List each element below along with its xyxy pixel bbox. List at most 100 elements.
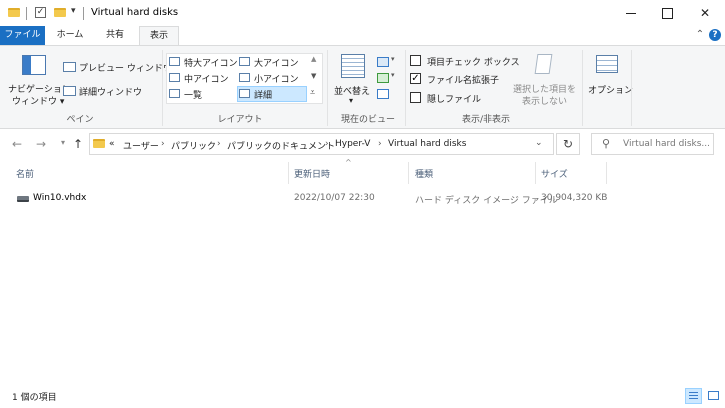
- options-button[interactable]: オプション: [588, 83, 633, 96]
- breadcrumb-separator[interactable]: ›: [378, 139, 382, 149]
- details-view-button[interactable]: [685, 388, 702, 404]
- back-button[interactable]: ←: [8, 137, 26, 151]
- file-extensions-label[interactable]: ファイル名拡張子: [427, 73, 499, 86]
- item-checkboxes-label[interactable]: 項目チェック ボックス: [427, 55, 520, 68]
- column-divider[interactable]: [408, 162, 409, 184]
- minimize-button[interactable]: [614, 0, 648, 26]
- layout-list[interactable]: 一覧: [184, 88, 202, 101]
- separator: [26, 7, 27, 20]
- group-separator: [405, 50, 406, 126]
- layout-large-icons[interactable]: 大アイコン: [254, 56, 299, 69]
- column-header-size[interactable]: サイズ: [541, 167, 568, 180]
- breadcrumb-public[interactable]: パブリック: [171, 139, 216, 152]
- search-icon: ⚲: [602, 137, 611, 150]
- gallery-more-icon[interactable]: ⩡: [310, 88, 315, 98]
- breadcrumb-overflow[interactable]: «: [109, 139, 115, 149]
- breadcrumb-separator[interactable]: ›: [325, 139, 329, 149]
- group-separator: [327, 50, 328, 126]
- large-icons-view-button[interactable]: [705, 388, 722, 404]
- hidden-items-checkbox[interactable]: [410, 92, 421, 103]
- layout-small-icons[interactable]: 小アイコン: [254, 72, 299, 85]
- help-icon[interactable]: ?: [709, 29, 721, 41]
- file-extensions-checkbox[interactable]: ✓: [410, 73, 421, 84]
- tab-view[interactable]: 表示: [139, 26, 179, 47]
- search-placeholder[interactable]: Virtual hard disks...: [623, 139, 710, 149]
- gallery-scroll-up-icon[interactable]: ▲: [311, 55, 316, 63]
- item-checkboxes-checkbox[interactable]: [410, 55, 421, 66]
- large-icons-icon: [239, 57, 250, 66]
- up-button[interactable]: ↑: [69, 137, 87, 151]
- sort-ascending-icon: ^: [345, 158, 352, 167]
- collapse-ribbon-icon[interactable]: ⌃: [694, 29, 706, 41]
- breadcrumb-public-documents[interactable]: パブリックのドキュメント: [227, 139, 335, 152]
- navigation-pane-dropdown[interactable]: ウィンドウ ▾: [12, 94, 64, 107]
- maximize-button[interactable]: [650, 0, 684, 26]
- column-divider[interactable]: [535, 162, 536, 184]
- breadcrumb-hyper-v[interactable]: Hyper-V: [335, 139, 370, 149]
- column-divider[interactable]: [288, 162, 289, 184]
- gallery-scroll-down-icon[interactable]: ▼: [311, 72, 316, 80]
- group-by-icon[interactable]: [377, 57, 389, 67]
- group-separator: [631, 50, 632, 126]
- search-box[interactable]: ⚲ Virtual hard disks...: [591, 133, 714, 155]
- column-header-date-modified[interactable]: 更新日時: [294, 167, 330, 180]
- close-button[interactable]: ✕: [688, 0, 722, 26]
- breadcrumb-users[interactable]: ユーザー: [123, 139, 159, 152]
- separator: [83, 7, 84, 20]
- small-icons-icon: [239, 73, 250, 82]
- tab-home[interactable]: ホーム: [49, 26, 91, 46]
- tab-share[interactable]: 共有: [96, 26, 134, 46]
- sort-by-dropdown-icon[interactable]: ▾: [349, 96, 353, 105]
- column-divider[interactable]: [606, 162, 607, 184]
- file-name[interactable]: Win10.vhdx: [33, 193, 86, 203]
- new-folder-icon[interactable]: [54, 8, 66, 17]
- breadcrumb-separator[interactable]: ›: [217, 139, 221, 149]
- properties-icon[interactable]: ✓: [35, 7, 46, 18]
- column-header-type[interactable]: 種類: [415, 167, 433, 180]
- folder-icon: [93, 139, 105, 148]
- folder-icon: [8, 8, 20, 17]
- status-item-count: 1 個の項目: [12, 393, 57, 403]
- list-icon: [169, 89, 180, 98]
- hide-selected-items-label-2: 表示しない: [522, 97, 568, 107]
- breadcrumb-virtual-hard-disks[interactable]: Virtual hard disks: [388, 139, 466, 149]
- group-by-dropdown-icon[interactable]: ▾: [391, 55, 395, 63]
- details-pane-icon[interactable]: [63, 86, 76, 96]
- show-hide-group-label: 表示/非表示: [461, 115, 511, 125]
- layout-medium-icons[interactable]: 中アイコン: [184, 72, 229, 85]
- preview-pane-icon[interactable]: [63, 62, 76, 72]
- group-separator: [582, 50, 583, 126]
- current-view-group-label: 現在のビュー: [340, 115, 395, 125]
- refresh-button[interactable]: ↻: [556, 133, 580, 155]
- hide-selected-items-icon: [534, 54, 553, 74]
- breadcrumb-separator[interactable]: ›: [161, 139, 165, 149]
- address-bar[interactable]: « ユーザー › パブリック › パブリックのドキュメント › Hyper-V …: [89, 133, 554, 155]
- size-columns-icon[interactable]: [377, 89, 389, 99]
- add-columns-dropdown-icon[interactable]: ▾: [391, 71, 395, 79]
- add-columns-icon[interactable]: [377, 73, 389, 83]
- medium-icons-icon: [169, 73, 180, 82]
- ribbon-tab-bar: ファイル ホーム 共有 表示 ⌃ ?: [0, 26, 725, 47]
- title-bar: ✓ ▾ Virtual hard disks ✕: [0, 0, 725, 26]
- layout-extra-large-icons[interactable]: 特大アイコン: [184, 56, 238, 69]
- forward-button[interactable]: →: [32, 137, 50, 151]
- extra-large-icons-icon: [169, 57, 180, 66]
- options-icon[interactable]: [596, 55, 618, 73]
- hidden-items-label[interactable]: 隠しファイル: [427, 92, 481, 105]
- navigation-pane-icon[interactable]: [22, 55, 46, 75]
- layout-details[interactable]: 詳細: [254, 88, 272, 101]
- address-dropdown-icon[interactable]: ⌄: [535, 138, 543, 148]
- quick-access-dropdown-icon[interactable]: ▾: [71, 6, 76, 16]
- window-title: Virtual hard disks: [91, 7, 179, 18]
- sort-by-icon[interactable]: [341, 54, 365, 78]
- ribbon: ナビゲーション ウィンドウ ▾ プレビュー ウィンドウ 詳細ウィンドウ ペイン …: [0, 45, 725, 129]
- column-header-name[interactable]: 名前: [16, 167, 34, 180]
- tab-file[interactable]: ファイル: [0, 26, 45, 46]
- file-size: 30,904,320 KB: [541, 193, 608, 203]
- details-pane-button[interactable]: 詳細ウィンドウ: [79, 85, 142, 98]
- preview-pane-button[interactable]: プレビュー ウィンドウ: [79, 61, 172, 74]
- pane-group-label: ペイン: [66, 115, 94, 125]
- layout-group-label: レイアウト: [217, 115, 263, 125]
- group-separator: [162, 50, 163, 126]
- table-row[interactable]: Win10.vhdx 2022/10/07 22:30 ハード ディスク イメー…: [0, 188, 610, 208]
